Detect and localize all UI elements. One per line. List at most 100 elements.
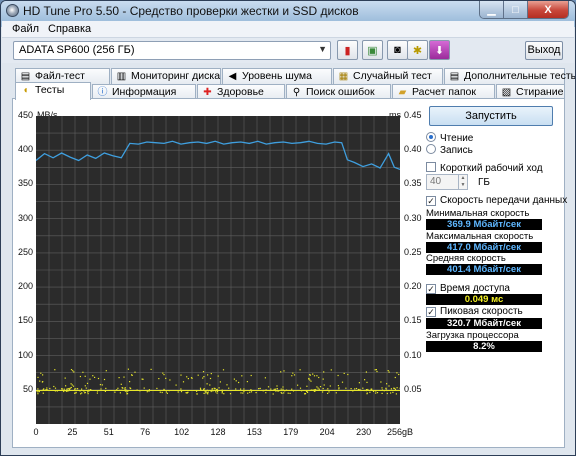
write-radio-label: Запись: [440, 145, 473, 156]
access-time-label: Время доступа: [440, 283, 510, 294]
access-time-point: [203, 388, 205, 390]
start-button[interactable]: Запустить: [429, 106, 553, 126]
tab-label: Информация: [112, 86, 177, 98]
camera-icon: ◙: [394, 44, 401, 56]
write-radio[interactable]: Запись: [426, 144, 473, 156]
access-time-point: [94, 376, 96, 378]
access-time-point: [292, 372, 294, 374]
app-icon: [6, 4, 19, 17]
access-time-point: [131, 374, 133, 376]
access-time-checkbox[interactable]: ✓ Время доступа: [426, 283, 510, 294]
spinner-arrows-icon[interactable]: ▲ ▼: [458, 175, 467, 189]
access-time-point: [205, 392, 207, 394]
access-time-point: [328, 391, 330, 393]
access-time-point: [66, 388, 68, 390]
read-radio[interactable]: Чтение: [426, 132, 473, 144]
access-time-point: [213, 387, 215, 389]
tab-random-test[interactable]: ▦ Случайный тест: [333, 68, 443, 84]
tab-tests[interactable]: ◖ Тесты: [15, 82, 91, 100]
access-time-point: [243, 388, 245, 390]
access-time-point: [67, 388, 69, 390]
access-time-point: [315, 388, 317, 391]
access-time-point: [197, 374, 199, 376]
access-time-point: [126, 393, 129, 395]
access-time-point: [130, 387, 132, 390]
short-stroke-checkbox[interactable]: Короткий рабочий ход: [426, 162, 543, 174]
access-time-point: [63, 388, 65, 390]
access-time-point: [180, 391, 183, 393]
access-time-point: [202, 371, 205, 373]
access-time-point: [207, 393, 209, 395]
access-time-point: [375, 392, 377, 394]
access-time-point: [191, 377, 193, 379]
access-time-point: [122, 387, 124, 389]
access-time-point: [238, 381, 240, 384]
file-test-icon: ▤: [20, 71, 31, 82]
access-time-value: 0.049 мс: [426, 294, 542, 305]
access-time-point: [68, 388, 71, 391]
access-time-point: [291, 375, 293, 377]
options-button[interactable]: ✱: [407, 40, 428, 60]
access-time-point: [316, 386, 318, 388]
title-bar[interactable]: HD Tune Pro 5.50 - Средство проверки жес…: [1, 1, 575, 21]
access-time-point: [165, 391, 167, 393]
access-time-point: [203, 376, 205, 378]
copy-button[interactable]: ▣: [362, 40, 383, 60]
tab-label: Дополнительные тесты: [464, 70, 576, 82]
y-right-tick-label: 0.20: [404, 281, 422, 292]
tab-disk-monitor[interactable]: ▥ Мониторинг диска: [111, 68, 221, 84]
access-time-point: [180, 374, 182, 376]
tab-label: Стирание: [516, 86, 564, 98]
access-time-point: [270, 388, 272, 390]
access-time-point: [46, 387, 48, 389]
tab-extra-tests[interactable]: ▤ Дополнительные тесты: [444, 68, 575, 84]
minimize-button[interactable]: ▁: [480, 1, 504, 18]
menu-help[interactable]: Справка: [48, 23, 91, 35]
access-time-point: [322, 378, 324, 380]
access-time-point: [287, 392, 289, 394]
access-time-point: [222, 369, 225, 371]
access-time-point: [156, 387, 158, 389]
access-time-point: [374, 369, 376, 371]
save-button[interactable]: ⬇: [429, 40, 450, 60]
search-icon: ⚲: [292, 87, 301, 98]
extra-tests-icon: ▤: [449, 71, 460, 82]
access-time-point: [169, 379, 171, 381]
x-tick-label: 230: [356, 427, 372, 437]
close-button[interactable]: X: [528, 1, 568, 18]
y-right-tick-label: 0.15: [404, 315, 422, 326]
y-right-tick-label: 0.25: [404, 246, 422, 257]
access-time-point: [127, 368, 129, 370]
short-stroke-input[interactable]: 40 ▲ ▼: [426, 174, 468, 190]
max-speed-value: 417.0 Мбайт/сек: [426, 242, 542, 253]
access-time-point: [73, 371, 75, 373]
access-time-point: [337, 374, 339, 377]
transfer-rate-checkbox[interactable]: ✓ Скорость передачи данных: [426, 195, 567, 206]
access-time-point: [306, 385, 308, 387]
access-time-point: [84, 392, 86, 394]
access-time-point: [393, 387, 395, 389]
temperature-button[interactable]: ▮: [337, 40, 358, 60]
screenshot-button[interactable]: ◙: [387, 40, 408, 60]
access-time-point: [202, 377, 204, 379]
access-time-point: [159, 391, 161, 393]
x-tick-label: 25: [67, 427, 78, 437]
access-time-point: [89, 378, 91, 380]
access-time-point: [180, 388, 182, 390]
drive-select[interactable]: ADATA SP600 (256 ГБ) ▼: [13, 41, 331, 60]
tab-label: Тесты: [35, 84, 65, 96]
access-time-point: [49, 387, 51, 390]
maximize-button[interactable]: □: [504, 1, 528, 18]
access-time-point: [96, 392, 98, 394]
access-time-point: [372, 390, 375, 392]
hdtune-window: HD Tune Pro 5.50 - Средство проверки жес…: [0, 0, 576, 456]
window-title: HD Tune Pro 5.50 - Средство проверки жес…: [23, 4, 359, 18]
access-time-point: [87, 391, 89, 393]
burst-rate-checkbox[interactable]: ✓ Пиковая скорость: [426, 306, 523, 317]
access-time-point: [394, 388, 396, 391]
radio-read-indicator: [426, 132, 436, 142]
access-time-point: [81, 392, 83, 394]
menu-file[interactable]: Файл: [12, 23, 39, 35]
tab-noise-level[interactable]: ◀ Уровень шума: [222, 68, 332, 84]
exit-button[interactable]: Выход: [525, 41, 563, 60]
